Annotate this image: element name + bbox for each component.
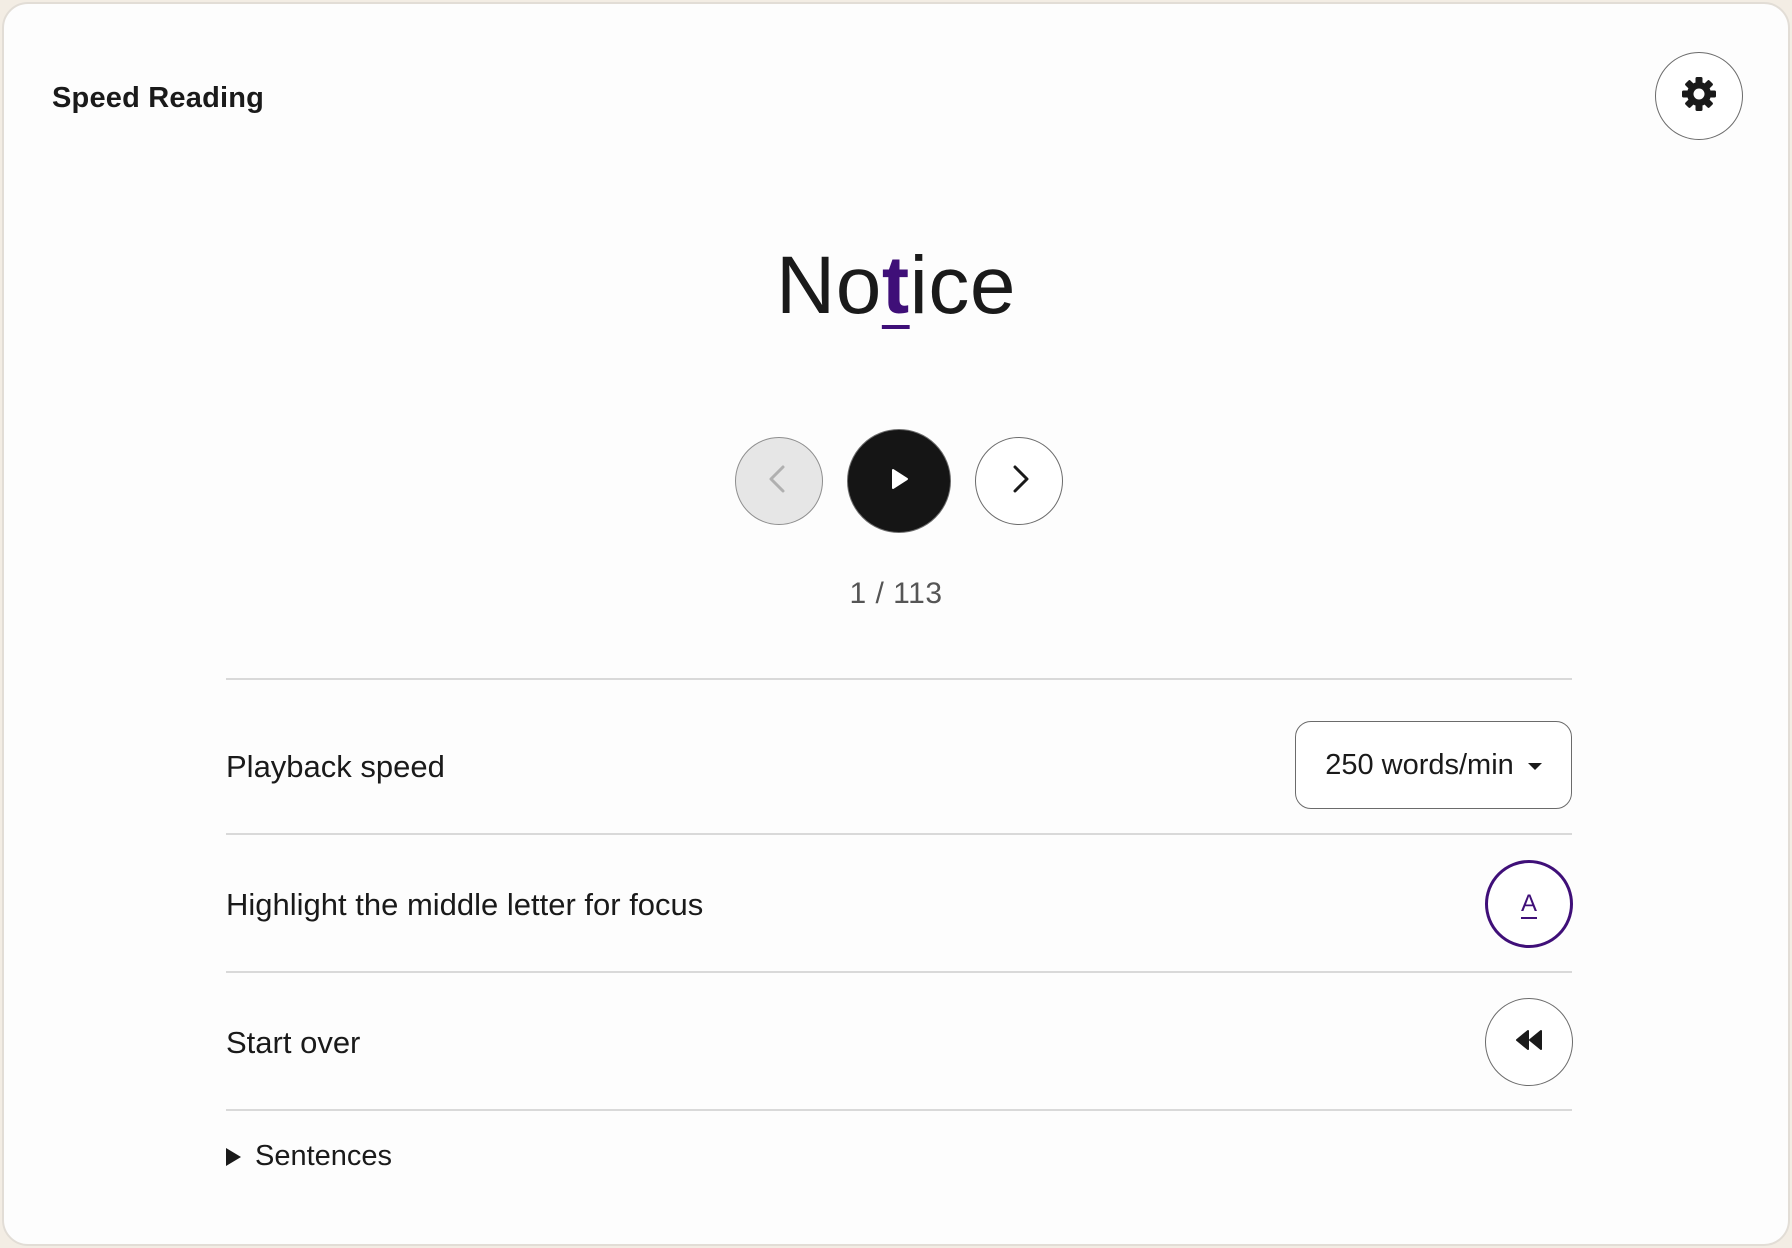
- word-prefix: No: [776, 240, 882, 331]
- play-button[interactable]: [847, 429, 951, 533]
- highlight-toggle[interactable]: A: [1485, 860, 1573, 948]
- settings-button[interactable]: [1655, 52, 1743, 140]
- focus-letter: t: [881, 240, 910, 331]
- divider: [226, 971, 1572, 973]
- start-over-button[interactable]: [1485, 998, 1573, 1086]
- app-title: Speed Reading: [52, 82, 265, 114]
- playback-speed-label: Playback speed: [226, 749, 445, 784]
- current-word: Notice: [4, 236, 1788, 336]
- underlined-a-icon: A: [1520, 890, 1537, 917]
- rewind-icon: [1511, 1022, 1547, 1063]
- disclosure-triangle-icon: [226, 1147, 241, 1166]
- chevron-right-icon: [1001, 461, 1037, 502]
- chevron-left-icon: [761, 461, 797, 502]
- caret-down-icon: [1527, 762, 1542, 770]
- divider: [226, 678, 1572, 680]
- word-suffix: ice: [909, 240, 1016, 331]
- word-position: 1 / 113: [849, 577, 943, 610]
- gear-icon: [1679, 74, 1719, 119]
- start-over-label: Start over: [226, 1025, 361, 1060]
- sentences-disclosure[interactable]: Sentences: [226, 1140, 392, 1173]
- next-word-button[interactable]: [975, 437, 1063, 525]
- app-window: Speed Reading Notice 1 / 113 Playback sp…: [2, 2, 1790, 1246]
- sentences-label: Sentences: [255, 1140, 393, 1172]
- playback-speed-select[interactable]: 250 words/min: [1295, 721, 1572, 809]
- divider: [226, 1109, 1572, 1111]
- play-icon: [884, 464, 914, 499]
- previous-word-button[interactable]: [735, 437, 823, 525]
- divider: [226, 833, 1572, 835]
- highlight-label: Highlight the middle letter for focus: [226, 887, 704, 922]
- playback-speed-value: 250 words/min: [1325, 748, 1514, 781]
